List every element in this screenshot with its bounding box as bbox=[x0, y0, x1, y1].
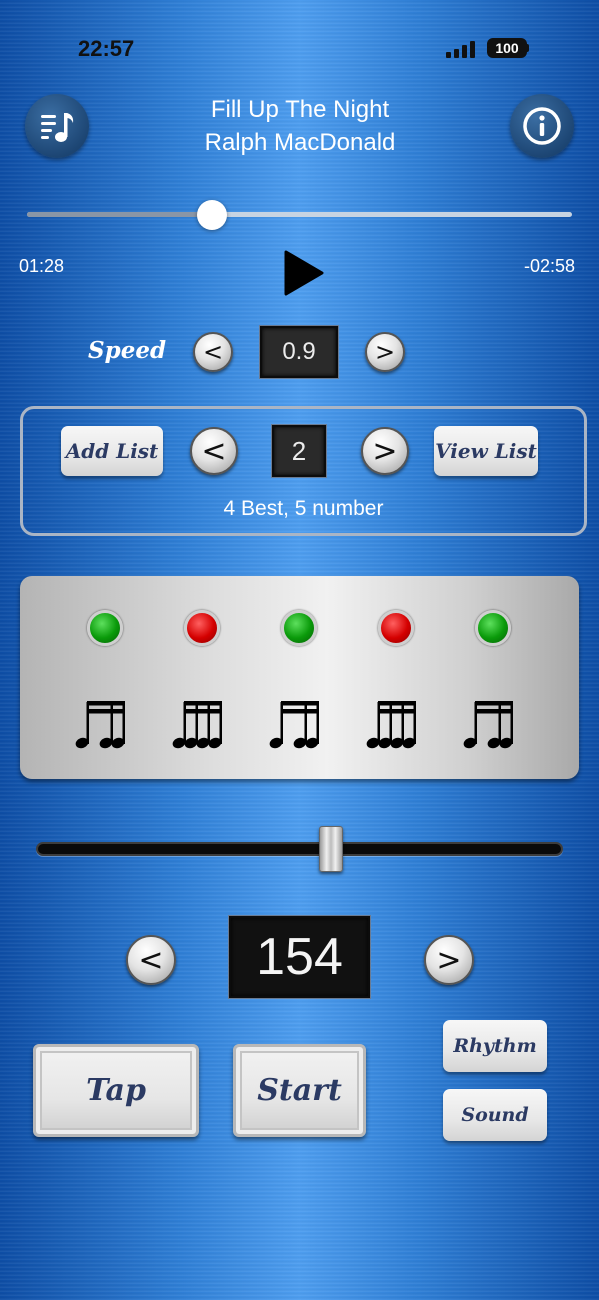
info-icon bbox=[523, 107, 561, 145]
beat-led-2 bbox=[184, 610, 220, 646]
speed-label: Speed bbox=[88, 337, 167, 364]
tap-button[interactable]: Tap bbox=[33, 1044, 199, 1137]
song-artist: Ralph MacDonald bbox=[204, 129, 396, 156]
playback-progress-fill bbox=[27, 212, 213, 217]
info-button[interactable] bbox=[510, 94, 574, 158]
music-list-icon bbox=[41, 113, 74, 142]
remaining-time: -02:58 bbox=[524, 256, 576, 276]
status-time: 22:57 bbox=[78, 36, 135, 61]
view-list-button[interactable]: View List bbox=[434, 426, 538, 476]
speed-decrease-button[interactable]: < bbox=[193, 332, 233, 372]
bpm-display: 154 bbox=[229, 916, 370, 998]
playback-progress-track[interactable] bbox=[27, 212, 572, 217]
play-icon[interactable] bbox=[282, 250, 324, 296]
sixteenth-note-group-icon bbox=[463, 701, 513, 749]
list-increase-button[interactable]: > bbox=[361, 427, 409, 475]
bpm-decrease-button[interactable]: < bbox=[126, 935, 176, 985]
speed-increase-button[interactable]: > bbox=[365, 332, 405, 372]
list-summary: 4 Best, 5 number bbox=[223, 497, 384, 520]
sixteenth-note-quad-icon bbox=[172, 701, 222, 749]
sixteenth-note-quad-icon bbox=[366, 701, 416, 749]
beat-led-5 bbox=[475, 610, 511, 646]
rhythm-button[interactable]: Rhythm bbox=[443, 1020, 547, 1072]
song-title: Fill Up The Night bbox=[210, 96, 390, 123]
start-button[interactable]: Start bbox=[233, 1044, 366, 1137]
list-decrease-button[interactable]: < bbox=[190, 427, 238, 475]
tempo-slider-thumb[interactable] bbox=[319, 826, 344, 872]
battery-icon: 100 bbox=[487, 38, 527, 58]
bpm-increase-button[interactable]: > bbox=[424, 935, 474, 985]
sixteenth-note-group-icon bbox=[269, 701, 319, 749]
list-index-display: 2 bbox=[272, 425, 326, 477]
beat-led-3 bbox=[281, 610, 317, 646]
beat-led-1 bbox=[87, 610, 123, 646]
beat-led-4 bbox=[378, 610, 414, 646]
speed-display: 0.9 bbox=[260, 326, 338, 378]
sound-button[interactable]: Sound bbox=[443, 1089, 547, 1141]
signal-icon bbox=[446, 40, 478, 58]
elapsed-time: 01:28 bbox=[19, 256, 65, 276]
add-list-button[interactable]: Add List bbox=[61, 426, 163, 476]
tempo-slider-track[interactable] bbox=[36, 842, 563, 856]
sixteenth-note-group-icon bbox=[75, 701, 125, 749]
playback-progress-thumb[interactable] bbox=[197, 200, 228, 230]
library-button[interactable] bbox=[25, 94, 89, 158]
battery-tip bbox=[526, 44, 529, 52]
